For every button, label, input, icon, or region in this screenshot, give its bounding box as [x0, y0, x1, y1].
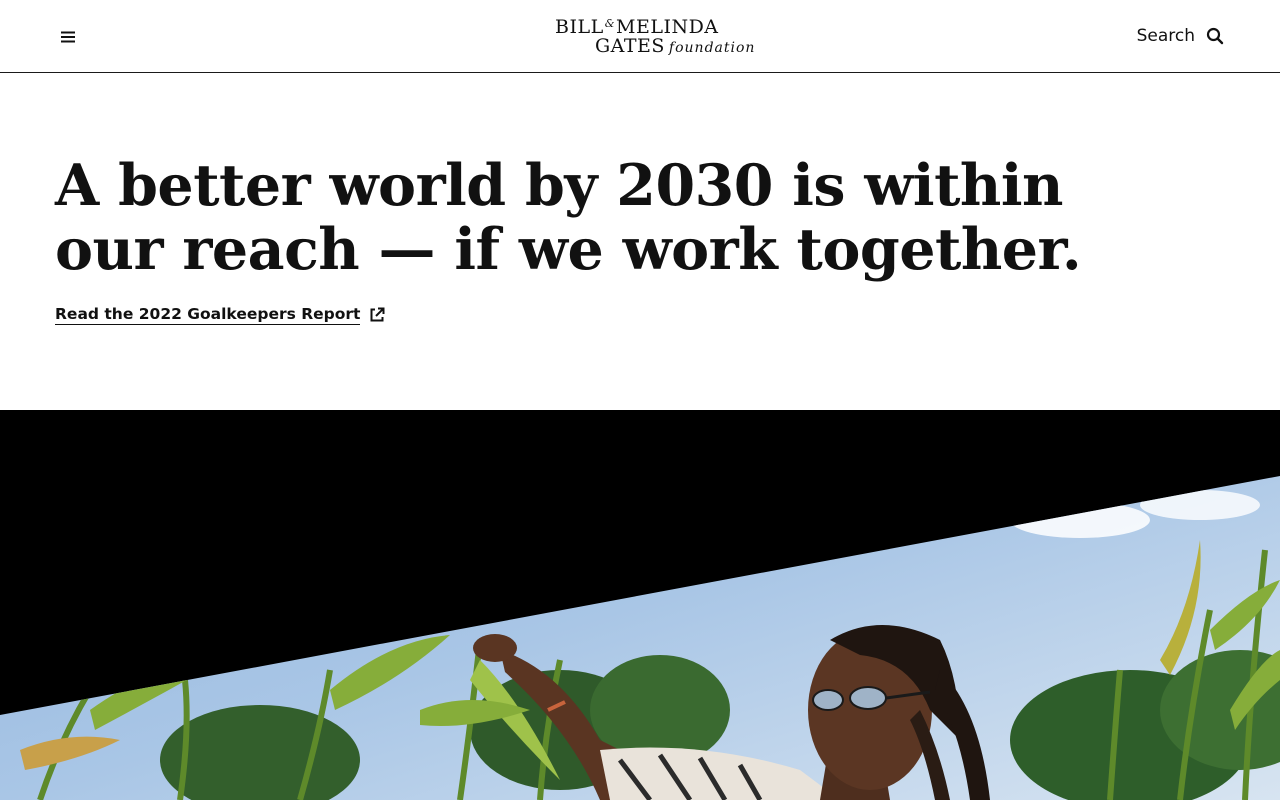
search-button[interactable]: Search [1137, 24, 1224, 48]
hero-title-line-2: our reach — if we work together. [55, 216, 1082, 283]
foundation-logo[interactable]: BILL&MELINDA GATES foundation [553, 15, 754, 57]
menu-button[interactable] [56, 25, 80, 49]
external-link-icon [370, 307, 385, 322]
report-link-label: Read the 2022 Goalkeepers Report [55, 305, 361, 325]
search-label: Search [1136, 26, 1195, 46]
site-header: BILL&MELINDA GATES foundation Search [0, 0, 1280, 73]
farmer-cornfield-photo [0, 410, 1280, 800]
search-icon [1206, 27, 1224, 45]
hero-title-line-1: A better world by 2030 is within [55, 152, 1063, 219]
hamburger-menu-icon [61, 31, 75, 43]
logo-line-2: GATES foundation [595, 35, 756, 57]
goalkeepers-report-link[interactable]: Read the 2022 Goalkeepers Report [55, 305, 385, 325]
hero-photo-section [0, 410, 1280, 800]
hero-title: A better world by 2030 is within our rea… [55, 152, 1082, 283]
